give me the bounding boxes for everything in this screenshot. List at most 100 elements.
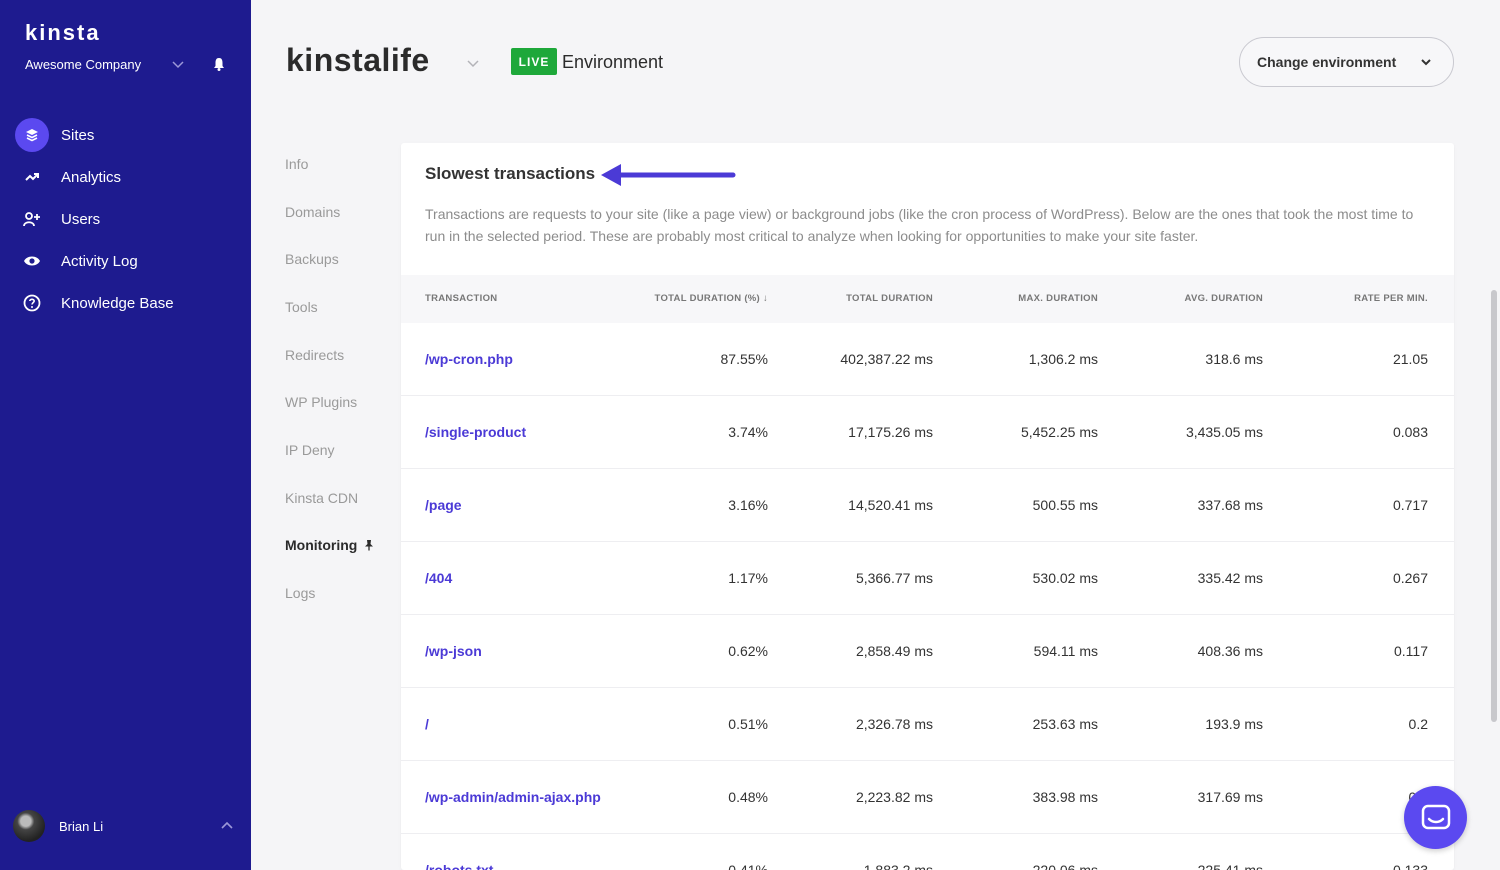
change-environment-label: Change environment (1257, 54, 1397, 70)
column-header-total-duration-pct[interactable]: TOTAL DURATION (%) ↓ (655, 275, 768, 323)
subnav-item-tools[interactable]: Tools (285, 283, 395, 331)
subnav-item-domains[interactable]: Domains (285, 188, 395, 236)
chat-icon (1421, 804, 1450, 829)
max-duration: 220.06 ms (1032, 862, 1098, 870)
table-row: /page 3.16% 14,520.41 ms 500.55 ms 337.6… (401, 469, 1454, 542)
user-name: Brian Li (59, 818, 104, 834)
sidebar: kinsta Awesome Company Sites Analytics U… (0, 0, 251, 870)
avg-duration: 225.41 ms (1197, 862, 1263, 870)
chevron-down-icon[interactable] (170, 56, 186, 72)
company-name[interactable]: Awesome Company (25, 57, 141, 72)
total-duration: 2,223.82 ms (855, 789, 933, 805)
total-duration-pct: 0.51% (728, 716, 768, 732)
total-duration: 2,858.49 ms (855, 643, 933, 659)
total-duration: 17,175.26 ms (848, 424, 933, 440)
table-row: /wp-cron.php 87.55% 402,387.22 ms 1,306.… (401, 323, 1454, 396)
subnav-item-logs[interactable]: Logs (285, 569, 395, 617)
avg-duration: 408.36 ms (1197, 643, 1263, 659)
subnav-item-info[interactable]: Info (285, 140, 395, 188)
total-duration: 1,883.2 ms (863, 862, 933, 870)
sidebar-item-sites[interactable]: Sites (15, 114, 240, 156)
avg-duration: 193.9 ms (1205, 716, 1263, 732)
table-row: /single-product 3.74% 17,175.26 ms 5,452… (401, 396, 1454, 469)
sidebar-item-activity-log[interactable]: Activity Log (15, 240, 240, 282)
total-duration-pct: 3.16% (728, 497, 768, 513)
column-header-rate-per-min[interactable]: RATE PER MIN. (1354, 275, 1428, 323)
table-row: /wp-json 0.62% 2,858.49 ms 594.11 ms 408… (401, 615, 1454, 688)
chat-button[interactable] (1404, 786, 1467, 849)
subnav-item-label: Monitoring (285, 537, 358, 554)
sidebar-item-label: Activity Log (61, 252, 138, 270)
avg-duration: 318.6 ms (1205, 351, 1263, 367)
column-header-avg-duration[interactable]: AVG. DURATION (1185, 275, 1264, 323)
avg-duration: 3,435.05 ms (1185, 424, 1263, 440)
transactions-table-body: /wp-cron.php 87.55% 402,387.22 ms 1,306.… (401, 323, 1454, 870)
table-header: TRANSACTION TOTAL DURATION (%) ↓ TOTAL D… (401, 275, 1454, 323)
chevron-down-icon (1421, 59, 1431, 66)
rate-per-min: 0.083 (1392, 424, 1428, 440)
transaction-link[interactable]: /404 (425, 542, 452, 615)
live-badge: LIVE (511, 48, 557, 75)
sidebar-item-label: Analytics (61, 168, 122, 186)
transaction-link[interactable]: / (425, 688, 429, 761)
subnav-item-ip-deny[interactable]: IP Deny (285, 426, 395, 474)
rate-per-min: 0.2 (1408, 716, 1428, 732)
sidebar-item-knowledge-base[interactable]: Knowledge Base (15, 282, 240, 324)
column-header-total-duration[interactable]: TOTAL DURATION (846, 275, 933, 323)
layers-icon (15, 118, 49, 152)
sidebar-nav: Sites Analytics Users Activity Log Knowl… (15, 114, 240, 324)
max-duration: 1,306.2 ms (1028, 351, 1098, 367)
sidebar-item-analytics[interactable]: Analytics (15, 156, 240, 198)
transaction-link[interactable]: /page (425, 469, 462, 542)
change-environment-button[interactable]: Change environment (1239, 37, 1454, 87)
help-circle-icon (15, 286, 49, 320)
rate-per-min: 0.267 (1392, 570, 1428, 586)
total-duration-pct: 0.62% (728, 643, 768, 659)
total-duration-pct: 0.41% (728, 862, 768, 870)
transaction-link[interactable]: /single-product (425, 396, 526, 469)
subnav-item-wp-plugins[interactable]: WP Plugins (285, 378, 395, 426)
card-description: Transactions are requests to your site (… (425, 206, 1414, 244)
subnav-item-backups[interactable]: Backups (285, 235, 395, 283)
sidebar-item-users[interactable]: Users (15, 198, 240, 240)
avg-duration: 337.68 ms (1197, 497, 1263, 513)
card-title: Slowest transactions (425, 164, 596, 183)
chevron-up-icon[interactable] (219, 818, 235, 834)
transaction-link[interactable]: /wp-admin/admin-ajax.php (425, 761, 601, 834)
max-duration: 594.11 ms (1033, 643, 1098, 659)
site-subnav: Info Domains Backups Tools Redirects WP … (285, 140, 395, 617)
total-duration-pct: 0.48% (728, 789, 768, 805)
subnav-item-monitoring[interactable]: Monitoring (285, 522, 395, 570)
user-menu[interactable]: Brian Li (13, 810, 238, 842)
trend-icon (15, 160, 49, 194)
avg-duration: 317.69 ms (1197, 789, 1263, 805)
eye-icon (15, 244, 49, 278)
chevron-down-icon[interactable] (465, 55, 481, 71)
subnav-item-kinsta-cdn[interactable]: Kinsta CDN (285, 474, 395, 522)
sidebar-item-label: Users (61, 210, 101, 228)
rate-per-min: 0.117 (1394, 643, 1428, 659)
subnav-item-redirects[interactable]: Redirects (285, 331, 395, 379)
avatar (13, 810, 45, 842)
table-row: / 0.51% 2,326.78 ms 253.63 ms 193.9 ms 0… (401, 688, 1454, 761)
rate-per-min: 0.717 (1392, 497, 1428, 513)
sidebar-item-label: Sites (61, 126, 95, 144)
slowest-transactions-card: Slowest transactions Transactions are re… (401, 143, 1454, 870)
avg-duration: 335.42 ms (1197, 570, 1263, 586)
transaction-link[interactable]: /wp-cron.php (425, 323, 513, 396)
arrow-left-icon (601, 164, 736, 186)
bell-icon[interactable] (211, 56, 227, 72)
kinsta-logo[interactable]: kinsta (25, 20, 101, 46)
column-header-transaction[interactable]: TRANSACTION (425, 275, 497, 323)
transaction-link[interactable]: /robots.txt (425, 834, 493, 870)
environment-label: Environment (562, 52, 664, 72)
max-duration: 5,452.25 ms (1020, 424, 1098, 440)
transaction-link[interactable]: /wp-json (425, 615, 482, 688)
site-title: kinstalife (286, 42, 430, 78)
column-header-max-duration[interactable]: MAX. DURATION (1018, 275, 1098, 323)
total-duration: 5,366.77 ms (855, 570, 933, 586)
table-row: /404 1.17% 5,366.77 ms 530.02 ms 335.42 … (401, 542, 1454, 615)
page-scrollbar[interactable] (1491, 290, 1497, 722)
max-duration: 253.63 ms (1032, 716, 1098, 732)
table-row: /wp-admin/admin-ajax.php 0.48% 2,223.82 … (401, 761, 1454, 834)
